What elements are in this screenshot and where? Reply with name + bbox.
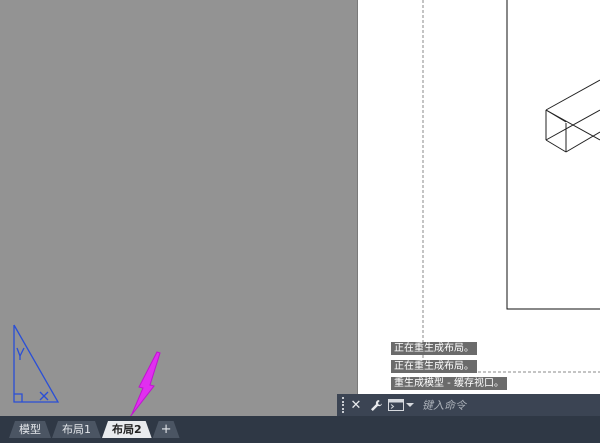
console-history-line: 重生成模型 - 缓存视口。 (391, 377, 507, 390)
console-history-line: 正在重生成布局。 (391, 342, 477, 355)
wrench-icon[interactable] (368, 396, 384, 414)
command-line-bar: ✕ (337, 394, 600, 416)
tab-layout1[interactable]: 布局1 (52, 421, 101, 438)
close-icon[interactable]: ✕ (348, 396, 364, 414)
command-prompt-icon (388, 399, 404, 411)
viewport-frame (506, 0, 600, 310)
grip-handle-icon[interactable] (340, 397, 348, 413)
console-history-line: 正在重生成布局。 (391, 360, 477, 373)
ucs-icon (13, 324, 60, 403)
layout-tab-bar: 模型 布局1 布局2 + (0, 416, 600, 443)
tab-model[interactable]: 模型 (9, 421, 51, 438)
command-prompt-dropdown[interactable] (388, 399, 414, 411)
tab-layout2[interactable]: 布局2 (102, 421, 152, 438)
drawing-canvas[interactable] (0, 0, 600, 416)
add-layout-button[interactable]: + (153, 421, 180, 438)
annotation-arrow (129, 351, 161, 418)
isometric-box (545, 79, 600, 153)
command-input[interactable] (420, 396, 598, 414)
chevron-down-icon (406, 403, 414, 407)
